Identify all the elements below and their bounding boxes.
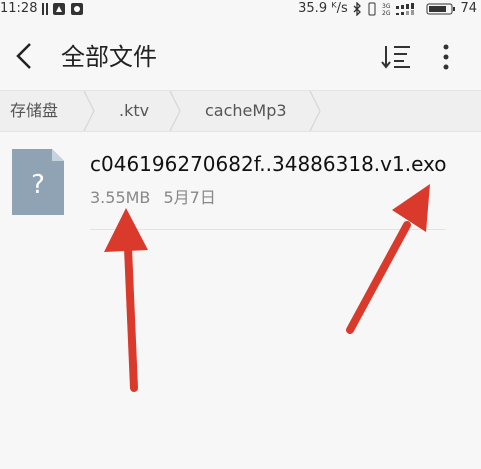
annotation-arrows [104, 184, 430, 392]
red-arrow-icon [104, 208, 148, 392]
red-arrow-icon [346, 184, 430, 334]
